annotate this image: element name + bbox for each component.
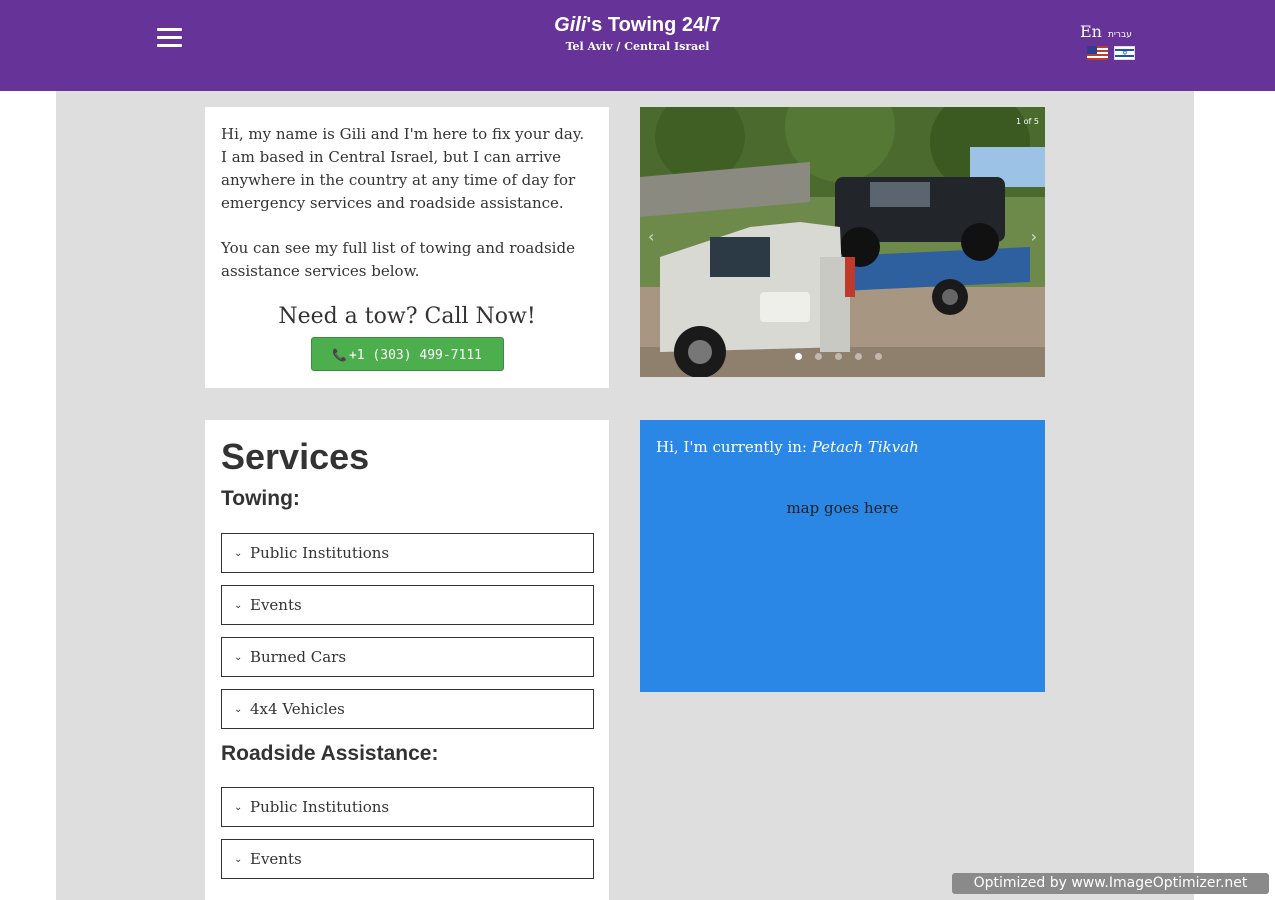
call-to-action: Need a tow? Call Now! 📞 +1 (303) 499-7111 (221, 303, 593, 371)
current-location-card: Hi, I'm currently in: Petach Tikvah map … (640, 420, 1045, 692)
chevron-down-icon: ⌄ (234, 651, 243, 663)
language-english-link[interactable]: En (1080, 22, 1102, 41)
accordion-label: Public Institutions (250, 544, 390, 562)
location-prefix: Hi, I'm currently in: (656, 438, 812, 456)
intro-card: Hi, my name is Gili and I'm here to fix … (205, 107, 609, 388)
slide-counter: 1 of 5 (1016, 117, 1039, 126)
site-title-name: Gili (554, 14, 587, 36)
photo-carousel: 1 of 5 ‹ › (640, 107, 1045, 377)
tow-truck-photo (640, 107, 1045, 377)
chevron-down-icon: ⌄ (234, 801, 243, 813)
site-title-rest: 's Towing 24/7 (586, 14, 721, 36)
accordion-item[interactable]: ⌄ Burned Cars (221, 637, 594, 677)
carousel-dot[interactable] (875, 353, 882, 360)
services-title: Services (221, 436, 370, 477)
site-header: Gili's Towing 24/7 Tel Aviv / Central Is… (0, 0, 1275, 91)
roadside-heading: Roadside Assistance: (221, 742, 439, 765)
location-line: Hi, I'm currently in: Petach Tikvah (656, 437, 1029, 457)
chevron-down-icon: ⌄ (234, 599, 243, 611)
accordion-label: Public Institutions (250, 798, 390, 816)
location-city: Petach Tikvah (811, 438, 919, 456)
watermark-badge: Optimized by www.ImageOptimizer.net (952, 873, 1269, 894)
carousel-prev-arrow-icon[interactable]: ‹ (648, 227, 654, 246)
accordion-item[interactable]: ⌄ Events (221, 839, 594, 879)
accordion-item[interactable]: ⌄ Events (221, 585, 594, 625)
call-phone-button[interactable]: 📞 +1 (303) 499-7111 (310, 337, 504, 371)
accordion-item[interactable]: ⌄ Public Institutions (221, 787, 594, 827)
map-placeholder: map goes here (786, 499, 899, 517)
carousel-dot[interactable] (815, 353, 822, 360)
accordion-label: 4x4 Vehicles (250, 700, 345, 718)
cta-title: Need a tow? Call Now! (278, 304, 536, 329)
carousel-dots (795, 353, 882, 360)
chevron-down-icon: ⌄ (234, 703, 243, 715)
phone-number: +1 (303) 499-7111 (348, 348, 482, 363)
carousel-dot[interactable] (855, 353, 862, 360)
israel-flag-icon[interactable]: ✡ (1114, 46, 1135, 60)
language-switcher: En עברית ✡ (1080, 22, 1150, 60)
carousel-next-arrow-icon[interactable]: › (1031, 227, 1037, 246)
accordion-item[interactable]: ⌄ 4x4 Vehicles (221, 689, 594, 729)
language-hebrew-link[interactable]: עברית (1108, 30, 1132, 40)
services-card: Services Towing: ⌄ Public Institutions ⌄ E… (205, 420, 609, 900)
carousel-dot[interactable] (835, 353, 842, 360)
carousel-dot[interactable] (795, 353, 802, 360)
us-flag-icon[interactable] (1087, 46, 1108, 60)
towing-heading: Towing: (221, 487, 300, 510)
phone-icon: 📞 (331, 348, 347, 362)
accordion-label: Burned Cars (250, 648, 347, 666)
chevron-down-icon: ⌄ (234, 853, 243, 865)
accordion-label: Events (250, 596, 302, 614)
intro-paragraph: Hi, my name is Gili and I'm here to fix … (221, 125, 585, 212)
accordion-item[interactable]: ⌄ Public Institutions (221, 533, 594, 573)
chevron-down-icon: ⌄ (234, 547, 243, 559)
intro-paragraph: You can see my full list of towing and r… (221, 239, 575, 280)
accordion-label: Events (250, 850, 302, 868)
